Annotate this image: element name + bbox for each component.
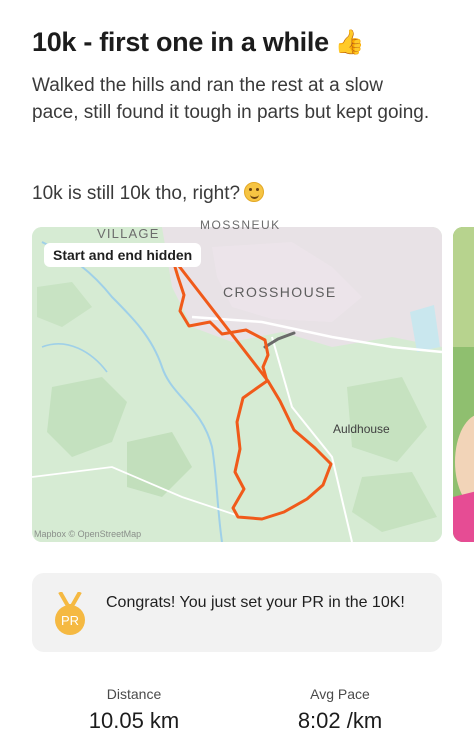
map-label-auldhouse: Auldhouse	[333, 422, 390, 436]
route-map[interactable]	[32, 227, 442, 542]
activity-description: Walked the hills and ran the rest at a s…	[32, 75, 430, 123]
pr-achievement-message: Congrats! You just set your PR in the 10…	[106, 594, 405, 611]
route-map-canvas	[32, 227, 442, 542]
activity-title: 10k - first one in a while 👍	[32, 24, 452, 61]
pr-medal-ribbon	[58, 592, 82, 608]
stat-avg-pace-label: Avg Pace	[310, 686, 370, 702]
map-label-village: VILLAGE	[97, 226, 160, 241]
pr-medal-icon: PR	[55, 592, 85, 635]
stat-distance-label: Distance	[106, 686, 162, 702]
map-attribution: Mapbox © OpenStreetMap	[34, 529, 142, 539]
activity-description-second-line: 10k is still 10k tho, right?	[32, 180, 432, 207]
start-end-hidden-badge: Start and end hidden	[44, 243, 202, 267]
activity-title-text: 10k - first one in a while	[32, 27, 329, 57]
smiling-face-icon	[244, 182, 265, 202]
map-label-mossneuk: MOSSNEUK	[200, 218, 281, 232]
photo-thumbnail-peek[interactable]	[453, 227, 474, 542]
pr-medal-text: PR	[61, 613, 79, 628]
thumbs-up-icon: 👍	[334, 29, 365, 56]
map-label-crosshouse: CROSSHOUSE	[223, 284, 337, 300]
photo-sky-grass	[453, 227, 474, 347]
stat-distance-value: 10.05 km	[88, 708, 180, 733]
photo-thumbnail-image	[453, 227, 474, 542]
stat-avg-pace-value: 8:02 /km	[297, 708, 383, 733]
activity-description-text: 10k is still 10k tho, right?	[32, 183, 241, 204]
